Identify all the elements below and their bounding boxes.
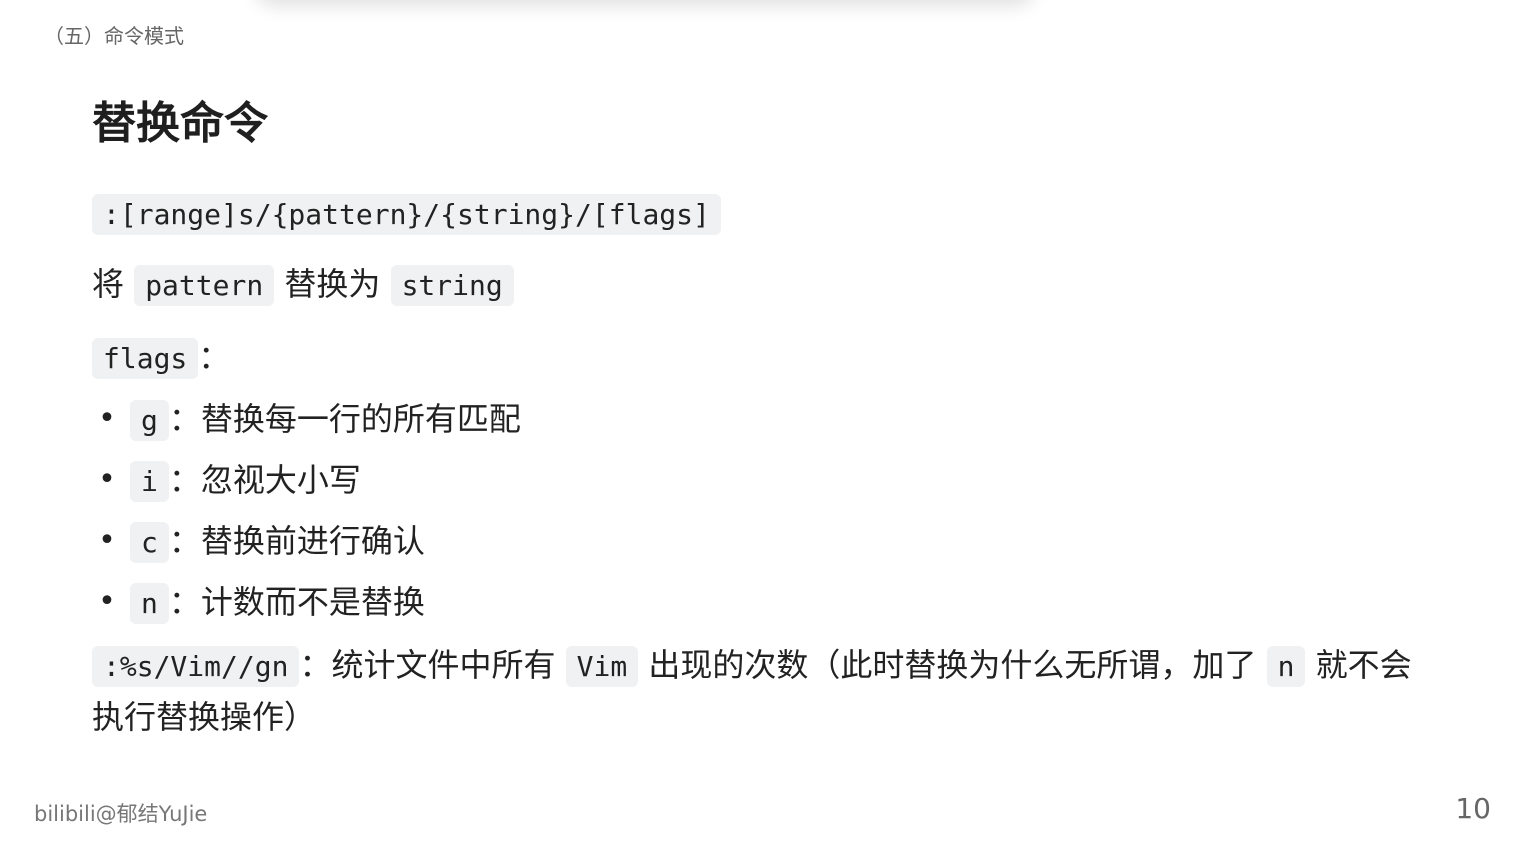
- n-code: n: [1266, 646, 1306, 687]
- vim-code: Vim: [565, 646, 639, 687]
- replace-description: 将 pattern 替换为 string: [92, 261, 1442, 309]
- flag-code: g: [130, 400, 169, 441]
- slide-title: 替换命令: [92, 98, 268, 149]
- pattern-code: pattern: [134, 265, 275, 306]
- bullet-icon: •: [98, 584, 116, 619]
- footer-credit: bilibili@郁结YuJie: [34, 802, 208, 826]
- flag-description: 替换前进行确认: [200, 522, 425, 560]
- flag-separator: ：: [168, 583, 201, 621]
- string-code: string: [390, 265, 514, 306]
- bullet-icon: •: [98, 462, 116, 497]
- list-item-flag-i: • i ：忽视大小写: [98, 457, 1442, 503]
- flag-description: 忽视大小写: [200, 461, 361, 499]
- section-label: （五）命令模式: [44, 24, 184, 48]
- page-number: 10: [1455, 792, 1491, 825]
- flag-description: 替换每一行的所有匹配: [200, 400, 521, 438]
- flag-code: i: [130, 461, 169, 502]
- example-command-code: :%s/Vim//gn: [92, 646, 300, 687]
- flags-colon: ：: [198, 338, 231, 376]
- list-item-flag-g: • g ：替换每一行的所有匹配: [98, 396, 1442, 442]
- example-text-1: ：统计文件中所有: [299, 646, 556, 684]
- replace-middle: 替换为: [284, 265, 381, 303]
- list-item-flag-c: • c ：替换前进行确认: [98, 518, 1442, 564]
- flag-code: c: [130, 522, 169, 563]
- flags-heading: flags：: [92, 334, 1442, 382]
- replace-prefix: 将: [92, 265, 125, 303]
- bullet-icon: •: [98, 401, 116, 436]
- bullet-icon: •: [98, 523, 116, 558]
- flag-separator: ：: [168, 400, 201, 438]
- flags-code: flags: [92, 338, 199, 379]
- flag-separator: ：: [168, 522, 201, 560]
- example-paragraph: :%s/Vim//gn ：统计文件中所有 Vim 出现的次数（此时替换为什么无所谓…: [92, 640, 1442, 742]
- flag-code: n: [130, 583, 169, 624]
- list-item-flag-n: • n ：计数而不是替换: [98, 579, 1442, 625]
- syntax-code: :[range]s/{pattern}/{string}/[flags]: [92, 194, 721, 235]
- flag-separator: ：: [168, 461, 201, 499]
- flag-list: • g ：替换每一行的所有匹配 • i ：忽视大小写 • c ：替换前进行确认 • n ：计数而…: [92, 396, 1442, 625]
- slide-content: :[range]s/{pattern}/{string}/[flags] 将 p…: [92, 190, 1442, 742]
- example-text-2: 出现的次数（此时替换为什么无所谓，加了: [648, 646, 1257, 684]
- flag-description: 计数而不是替换: [200, 583, 425, 621]
- syntax-line: :[range]s/{pattern}/{string}/[flags]: [92, 190, 1442, 236]
